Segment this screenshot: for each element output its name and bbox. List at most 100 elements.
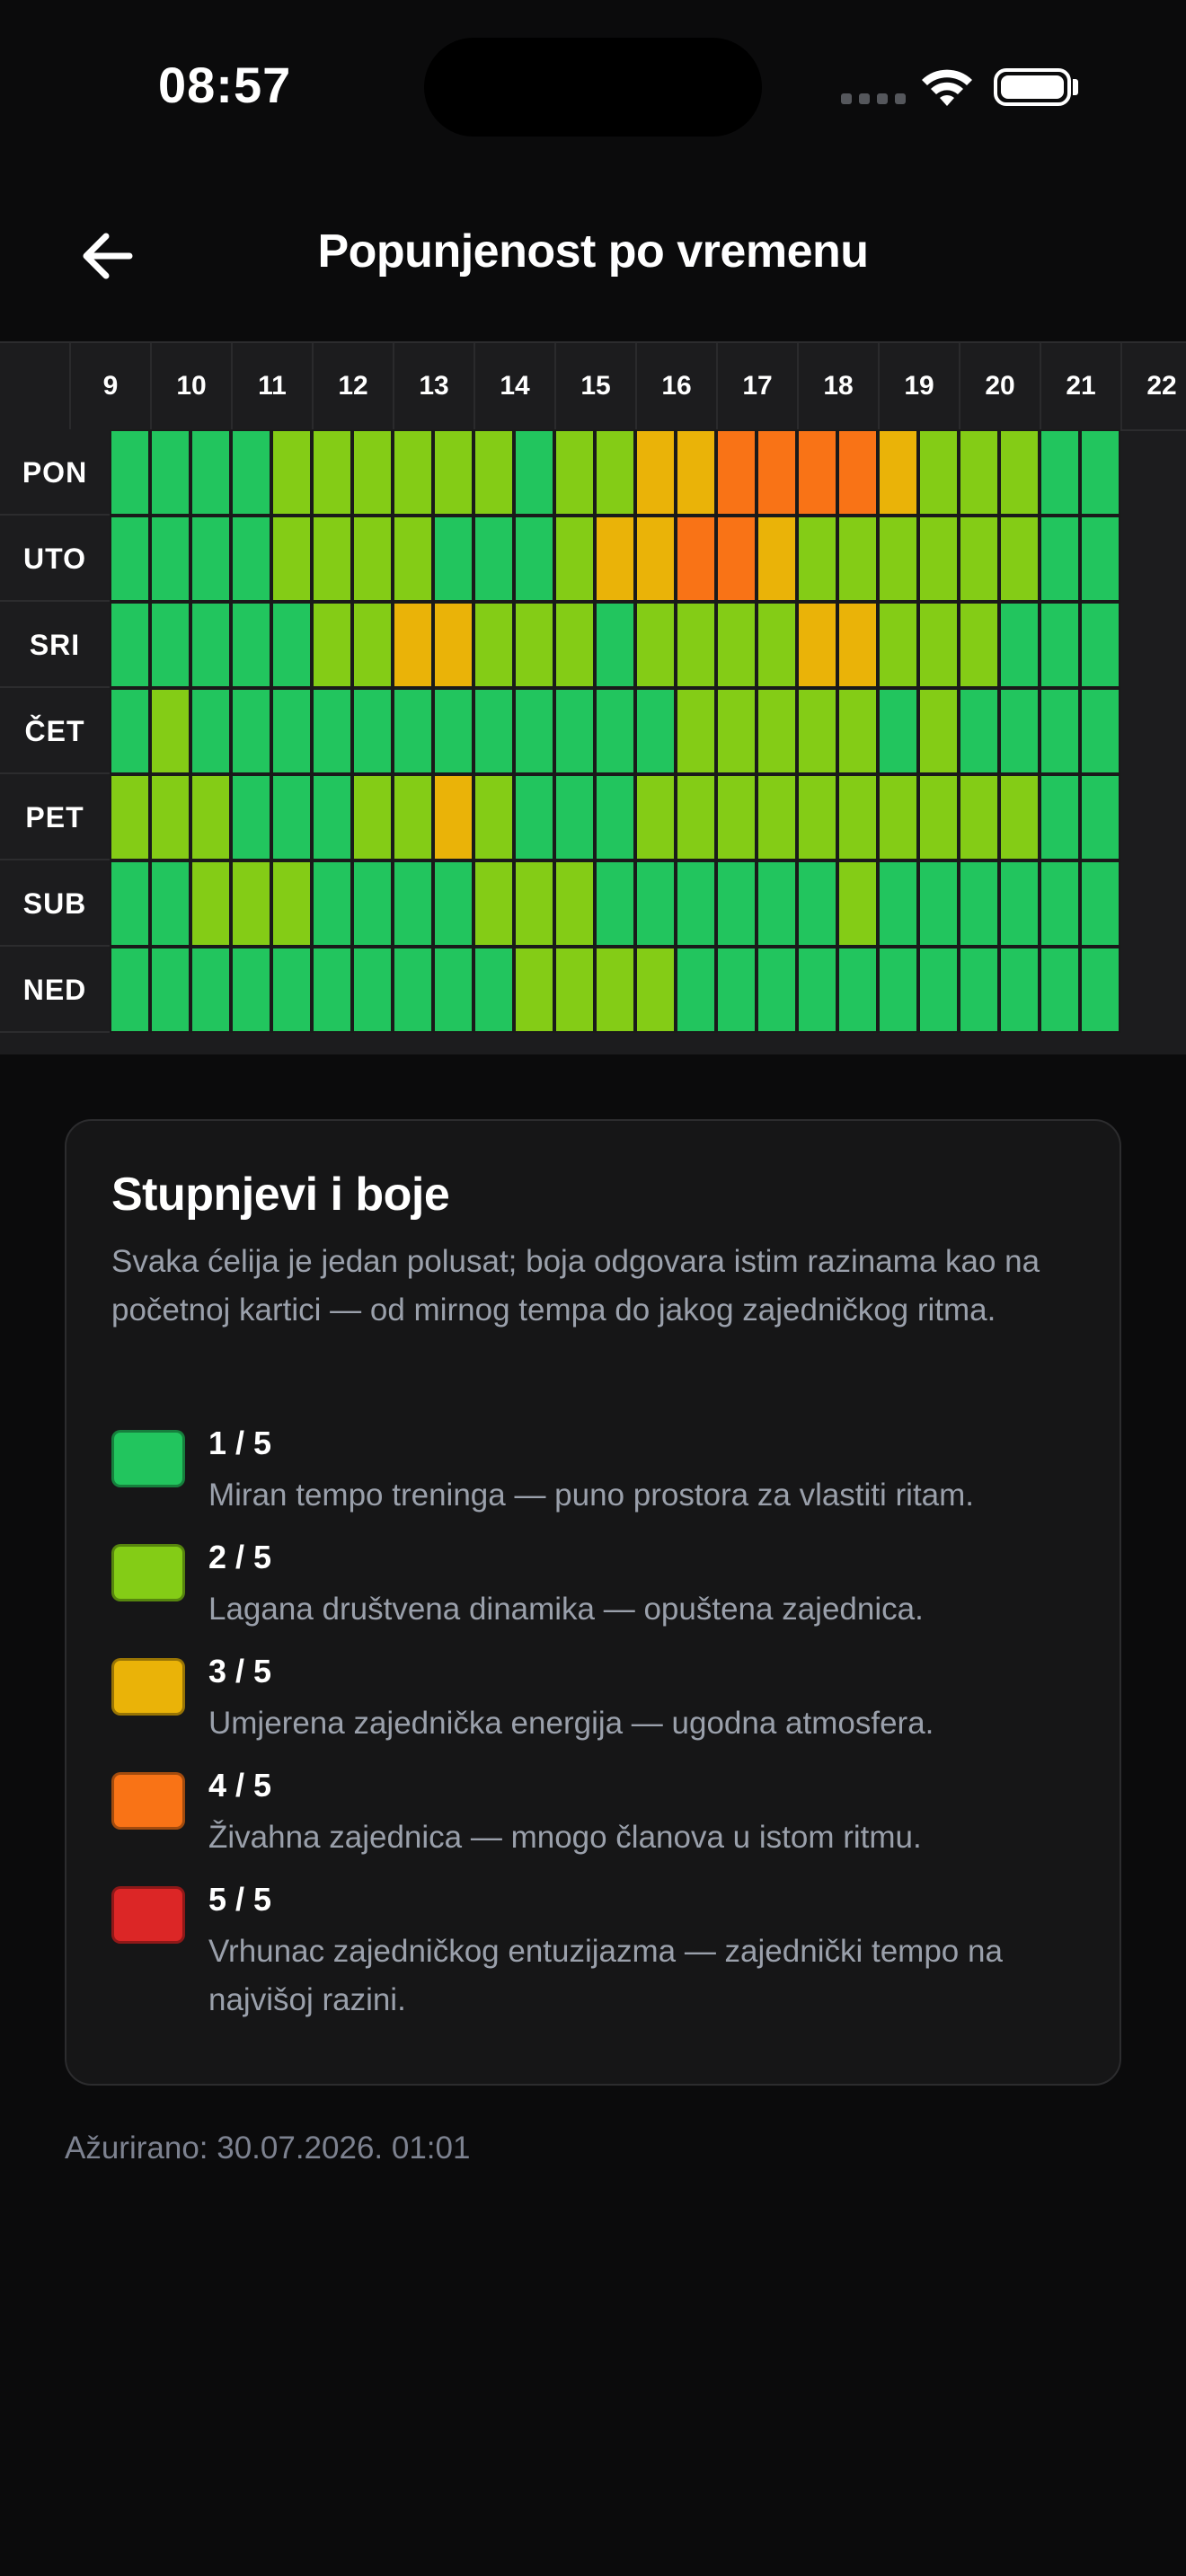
heatmap-cell[interactable] bbox=[312, 516, 352, 602]
heatmap-cell[interactable] bbox=[150, 947, 190, 1033]
heatmap-cell[interactable] bbox=[271, 947, 312, 1033]
heatmap-cell[interactable] bbox=[999, 947, 1040, 1033]
heatmap-cell[interactable] bbox=[797, 947, 837, 1033]
heatmap-cell[interactable] bbox=[190, 516, 231, 602]
heatmap-cell[interactable] bbox=[1080, 429, 1120, 516]
heatmap-cell[interactable] bbox=[676, 602, 716, 688]
heatmap-cell[interactable] bbox=[231, 429, 271, 516]
heatmap-cell[interactable] bbox=[1080, 516, 1120, 602]
heatmap-cell[interactable] bbox=[797, 602, 837, 688]
heatmap-cell[interactable] bbox=[514, 947, 554, 1033]
heatmap-cell[interactable] bbox=[635, 602, 676, 688]
heatmap-cell[interactable] bbox=[959, 947, 999, 1033]
heatmap-cell[interactable] bbox=[1040, 516, 1080, 602]
heatmap-cell[interactable] bbox=[716, 602, 757, 688]
heatmap-cell[interactable] bbox=[837, 860, 878, 947]
heatmap-cell[interactable] bbox=[393, 860, 433, 947]
heatmap-cell[interactable] bbox=[716, 429, 757, 516]
heatmap-cell[interactable] bbox=[797, 860, 837, 947]
heatmap-cell[interactable] bbox=[1040, 429, 1080, 516]
heatmap-cell[interactable] bbox=[352, 516, 393, 602]
heatmap-cell[interactable] bbox=[918, 516, 959, 602]
heatmap-cell[interactable] bbox=[474, 516, 514, 602]
heatmap-cell[interactable] bbox=[514, 688, 554, 774]
heatmap-cell[interactable] bbox=[190, 688, 231, 774]
heatmap-cell[interactable] bbox=[757, 429, 797, 516]
heatmap-cell[interactable] bbox=[150, 860, 190, 947]
heatmap-cell[interactable] bbox=[837, 429, 878, 516]
heatmap-cell[interactable] bbox=[757, 602, 797, 688]
heatmap-cell[interactable] bbox=[110, 774, 150, 860]
heatmap-cell[interactable] bbox=[716, 516, 757, 602]
heatmap-cell[interactable] bbox=[1040, 947, 1080, 1033]
heatmap-cell[interactable] bbox=[110, 516, 150, 602]
heatmap-cell[interactable] bbox=[676, 774, 716, 860]
heatmap-cell[interactable] bbox=[676, 947, 716, 1033]
heatmap-cell[interactable] bbox=[676, 688, 716, 774]
heatmap-cell[interactable] bbox=[312, 774, 352, 860]
heatmap-cell[interactable] bbox=[554, 516, 595, 602]
heatmap-cell[interactable] bbox=[878, 429, 918, 516]
heatmap-cell[interactable] bbox=[918, 947, 959, 1033]
heatmap-cell[interactable] bbox=[474, 429, 514, 516]
heatmap-cell[interactable] bbox=[959, 688, 999, 774]
heatmap-cell[interactable] bbox=[554, 947, 595, 1033]
heatmap-cell[interactable] bbox=[918, 860, 959, 947]
heatmap-cell[interactable] bbox=[433, 688, 474, 774]
heatmap-cell[interactable] bbox=[837, 688, 878, 774]
heatmap-cell[interactable] bbox=[312, 947, 352, 1033]
heatmap-cell[interactable] bbox=[999, 602, 1040, 688]
heatmap-cell[interactable] bbox=[878, 516, 918, 602]
heatmap-cell[interactable] bbox=[757, 947, 797, 1033]
heatmap-cell[interactable] bbox=[474, 774, 514, 860]
heatmap-cell[interactable] bbox=[190, 860, 231, 947]
heatmap-cell[interactable] bbox=[474, 688, 514, 774]
heatmap-cell[interactable] bbox=[554, 429, 595, 516]
heatmap-cell[interactable] bbox=[312, 429, 352, 516]
heatmap-cell[interactable] bbox=[271, 688, 312, 774]
heatmap-cell[interactable] bbox=[231, 516, 271, 602]
heatmap-cell[interactable] bbox=[110, 688, 150, 774]
heatmap-cell[interactable] bbox=[595, 516, 635, 602]
heatmap-cell[interactable] bbox=[554, 860, 595, 947]
heatmap-cell[interactable] bbox=[595, 947, 635, 1033]
heatmap-cell[interactable] bbox=[110, 429, 150, 516]
heatmap-cell[interactable] bbox=[757, 688, 797, 774]
heatmap-cell[interactable] bbox=[1080, 947, 1120, 1033]
heatmap-cell[interactable] bbox=[595, 774, 635, 860]
heatmap-cell[interactable] bbox=[474, 947, 514, 1033]
heatmap-cell[interactable] bbox=[595, 429, 635, 516]
heatmap-cell[interactable] bbox=[433, 774, 474, 860]
heatmap-cell[interactable] bbox=[554, 688, 595, 774]
heatmap-cell[interactable] bbox=[312, 860, 352, 947]
heatmap-cell[interactable] bbox=[999, 860, 1040, 947]
heatmap-cell[interactable] bbox=[554, 602, 595, 688]
heatmap-cell[interactable] bbox=[918, 429, 959, 516]
heatmap-cell[interactable] bbox=[231, 947, 271, 1033]
heatmap-cell[interactable] bbox=[231, 860, 271, 947]
heatmap-cell[interactable] bbox=[999, 774, 1040, 860]
heatmap-cell[interactable] bbox=[352, 774, 393, 860]
heatmap-cell[interactable] bbox=[676, 516, 716, 602]
heatmap-cell[interactable] bbox=[635, 516, 676, 602]
heatmap-cell[interactable] bbox=[878, 602, 918, 688]
heatmap-cell[interactable] bbox=[918, 688, 959, 774]
heatmap-cell[interactable] bbox=[190, 602, 231, 688]
heatmap-cell[interactable] bbox=[959, 860, 999, 947]
heatmap-cell[interactable] bbox=[635, 860, 676, 947]
heatmap-cell[interactable] bbox=[1080, 602, 1120, 688]
heatmap-cell[interactable] bbox=[514, 602, 554, 688]
heatmap-cell[interactable] bbox=[110, 602, 150, 688]
heatmap-cell[interactable] bbox=[433, 860, 474, 947]
heatmap-cell[interactable] bbox=[433, 947, 474, 1033]
heatmap-cell[interactable] bbox=[757, 860, 797, 947]
heatmap-cell[interactable] bbox=[1040, 774, 1080, 860]
heatmap-cell[interactable] bbox=[514, 429, 554, 516]
heatmap-cell[interactable] bbox=[231, 774, 271, 860]
heatmap-cell[interactable] bbox=[1040, 860, 1080, 947]
heatmap-cell[interactable] bbox=[797, 429, 837, 516]
heatmap-cell[interactable] bbox=[837, 947, 878, 1033]
heatmap-cell[interactable] bbox=[716, 774, 757, 860]
heatmap-cell[interactable] bbox=[393, 688, 433, 774]
heatmap-cell[interactable] bbox=[190, 429, 231, 516]
